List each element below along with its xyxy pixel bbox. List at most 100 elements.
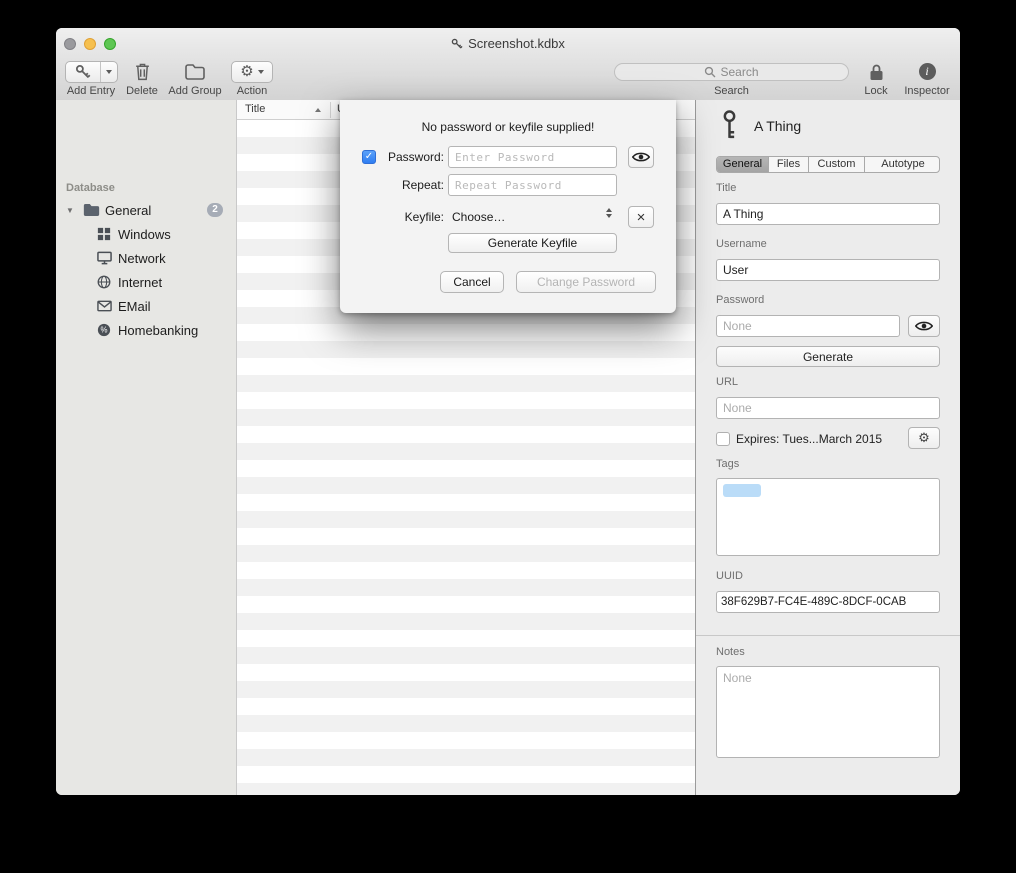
delete-label: Delete (122, 85, 162, 97)
inspector-divider (696, 635, 960, 636)
repeat-input[interactable] (448, 174, 617, 196)
change-password-sheet: No password or keyfile supplied! ✓ Passw… (340, 100, 676, 313)
window-chrome: Screenshot.kdbx Add Entry (56, 28, 960, 101)
uuid-label: UUID (716, 570, 743, 582)
expires-settings-button[interactable]: ⚙ (908, 427, 940, 449)
stepper-icon[interactable] (606, 208, 612, 218)
sidebar-item-label: Internet (118, 275, 162, 290)
title-field[interactable] (716, 203, 940, 225)
sidebar-item-homebanking[interactable]: % Homebanking (56, 318, 236, 342)
search-icon (704, 66, 716, 78)
reveal-password-button[interactable] (908, 315, 940, 337)
url-field[interactable] (716, 397, 940, 419)
expires-checkbox[interactable] (716, 432, 730, 446)
search-placeholder: Search (720, 65, 758, 79)
delete-button[interactable] (134, 62, 151, 81)
sidebar-item-email[interactable]: EMail (56, 294, 236, 318)
search-input[interactable]: Search (614, 63, 849, 81)
column-header-title[interactable]: Title (245, 103, 265, 115)
inspector-tabs: General Files Custom Autotype (716, 156, 940, 173)
chevron-down-icon (106, 70, 112, 74)
column-divider[interactable] (330, 102, 331, 118)
lock-icon (869, 63, 884, 81)
notes-field[interactable] (716, 666, 940, 758)
desktop-background: Screenshot.kdbx Add Entry (0, 0, 1016, 873)
password-field[interactable] (716, 315, 900, 337)
entry-count-badge: 2 (207, 203, 223, 217)
username-field[interactable] (716, 259, 940, 281)
close-x-icon: × (637, 209, 646, 226)
eye-icon (632, 151, 650, 163)
inspector-panel: A Thing General Files Custom Autotype Ti… (696, 100, 960, 795)
lock-label: Lock (854, 85, 898, 97)
add-entry-button[interactable] (65, 61, 118, 83)
sheet-message: No password or keyfile supplied! (340, 120, 676, 134)
uuid-field[interactable] (716, 591, 940, 613)
generate-keyfile-button[interactable]: Generate Keyfile (448, 233, 617, 253)
tab-files[interactable]: Files (769, 157, 809, 172)
username-field-label: Username (716, 238, 767, 250)
sidebar-item-label: EMail (118, 299, 151, 314)
windows-icon (96, 226, 112, 242)
folder-icon (83, 203, 100, 217)
show-password-button[interactable] (628, 146, 654, 168)
notes-label: Notes (716, 646, 745, 658)
add-group-label: Add Group (164, 85, 226, 97)
url-field-label: URL (716, 376, 738, 388)
tags-box[interactable] (716, 478, 940, 556)
add-entry-label: Add Entry (60, 85, 122, 97)
delete-toolbar-item: Delete (122, 60, 162, 97)
add-group-button[interactable] (185, 64, 205, 80)
eye-icon (915, 320, 933, 332)
entry-key-icon (722, 110, 737, 146)
envelope-icon (96, 298, 112, 314)
sidebar-item-network[interactable]: Network (56, 246, 236, 270)
sidebar-section-header: Database (66, 182, 115, 194)
search-toolbar-item: Search Search (614, 60, 849, 97)
change-password-button[interactable]: Change Password (516, 271, 656, 293)
window-title: Screenshot.kdbx (56, 36, 960, 53)
search-caption: Search (614, 85, 849, 97)
chevron-down-icon (258, 70, 264, 74)
percent-coin-icon: % (96, 322, 112, 338)
sidebar-item-general[interactable]: ▼ General 2 (56, 198, 236, 222)
app-window: Screenshot.kdbx Add Entry (56, 28, 960, 795)
gear-icon: ⚙ (918, 432, 930, 445)
window-title-text: Screenshot.kdbx (468, 36, 565, 51)
generate-password-button[interactable]: Generate (716, 346, 940, 367)
repeat-label: Repeat: (370, 178, 444, 192)
inspector-label: Inspector (899, 85, 955, 97)
expires-label: Expires: Tues...March 2015 (736, 432, 882, 446)
sidebar-item-label: Windows (118, 227, 171, 242)
tab-general[interactable]: General (717, 157, 769, 172)
globe-icon (96, 274, 112, 290)
clear-keyfile-button[interactable]: × (628, 206, 654, 228)
add-entry-toolbar-item: Add Entry (60, 60, 122, 97)
title-field-label: Title (716, 182, 736, 194)
sidebar-item-label: Homebanking (118, 323, 198, 338)
tab-custom[interactable]: Custom (809, 157, 865, 172)
sidebar-item-internet[interactable]: Internet (56, 270, 236, 294)
disclosure-triangle-icon[interactable]: ▼ (66, 206, 74, 215)
inspector-button[interactable]: i (919, 63, 936, 80)
gear-icon: ⚙ (240, 64, 253, 79)
trash-icon (134, 62, 151, 81)
key-icon (66, 62, 101, 82)
sidebar-item-windows[interactable]: Windows (56, 222, 236, 246)
password-field-label: Password (716, 294, 764, 306)
add-entry-dropdown[interactable] (101, 62, 117, 82)
sort-ascending-icon (315, 108, 321, 112)
toolbar: Add Entry Delete (56, 58, 960, 100)
content-area: Database ▼ General 2 Windows (56, 100, 960, 795)
svg-text:%: % (101, 326, 108, 335)
folder-icon (185, 64, 205, 80)
lock-button[interactable] (869, 63, 884, 81)
keyfile-popup[interactable]: Choose… (452, 210, 505, 224)
action-button[interactable]: ⚙ (231, 61, 272, 83)
tag-chip[interactable] (723, 484, 761, 497)
password-input[interactable] (448, 146, 617, 168)
password-label: Password: (370, 150, 444, 164)
cancel-button[interactable]: Cancel (440, 271, 504, 293)
sidebar: Database ▼ General 2 Windows (56, 100, 237, 795)
tab-autotype[interactable]: Autotype (865, 157, 940, 172)
